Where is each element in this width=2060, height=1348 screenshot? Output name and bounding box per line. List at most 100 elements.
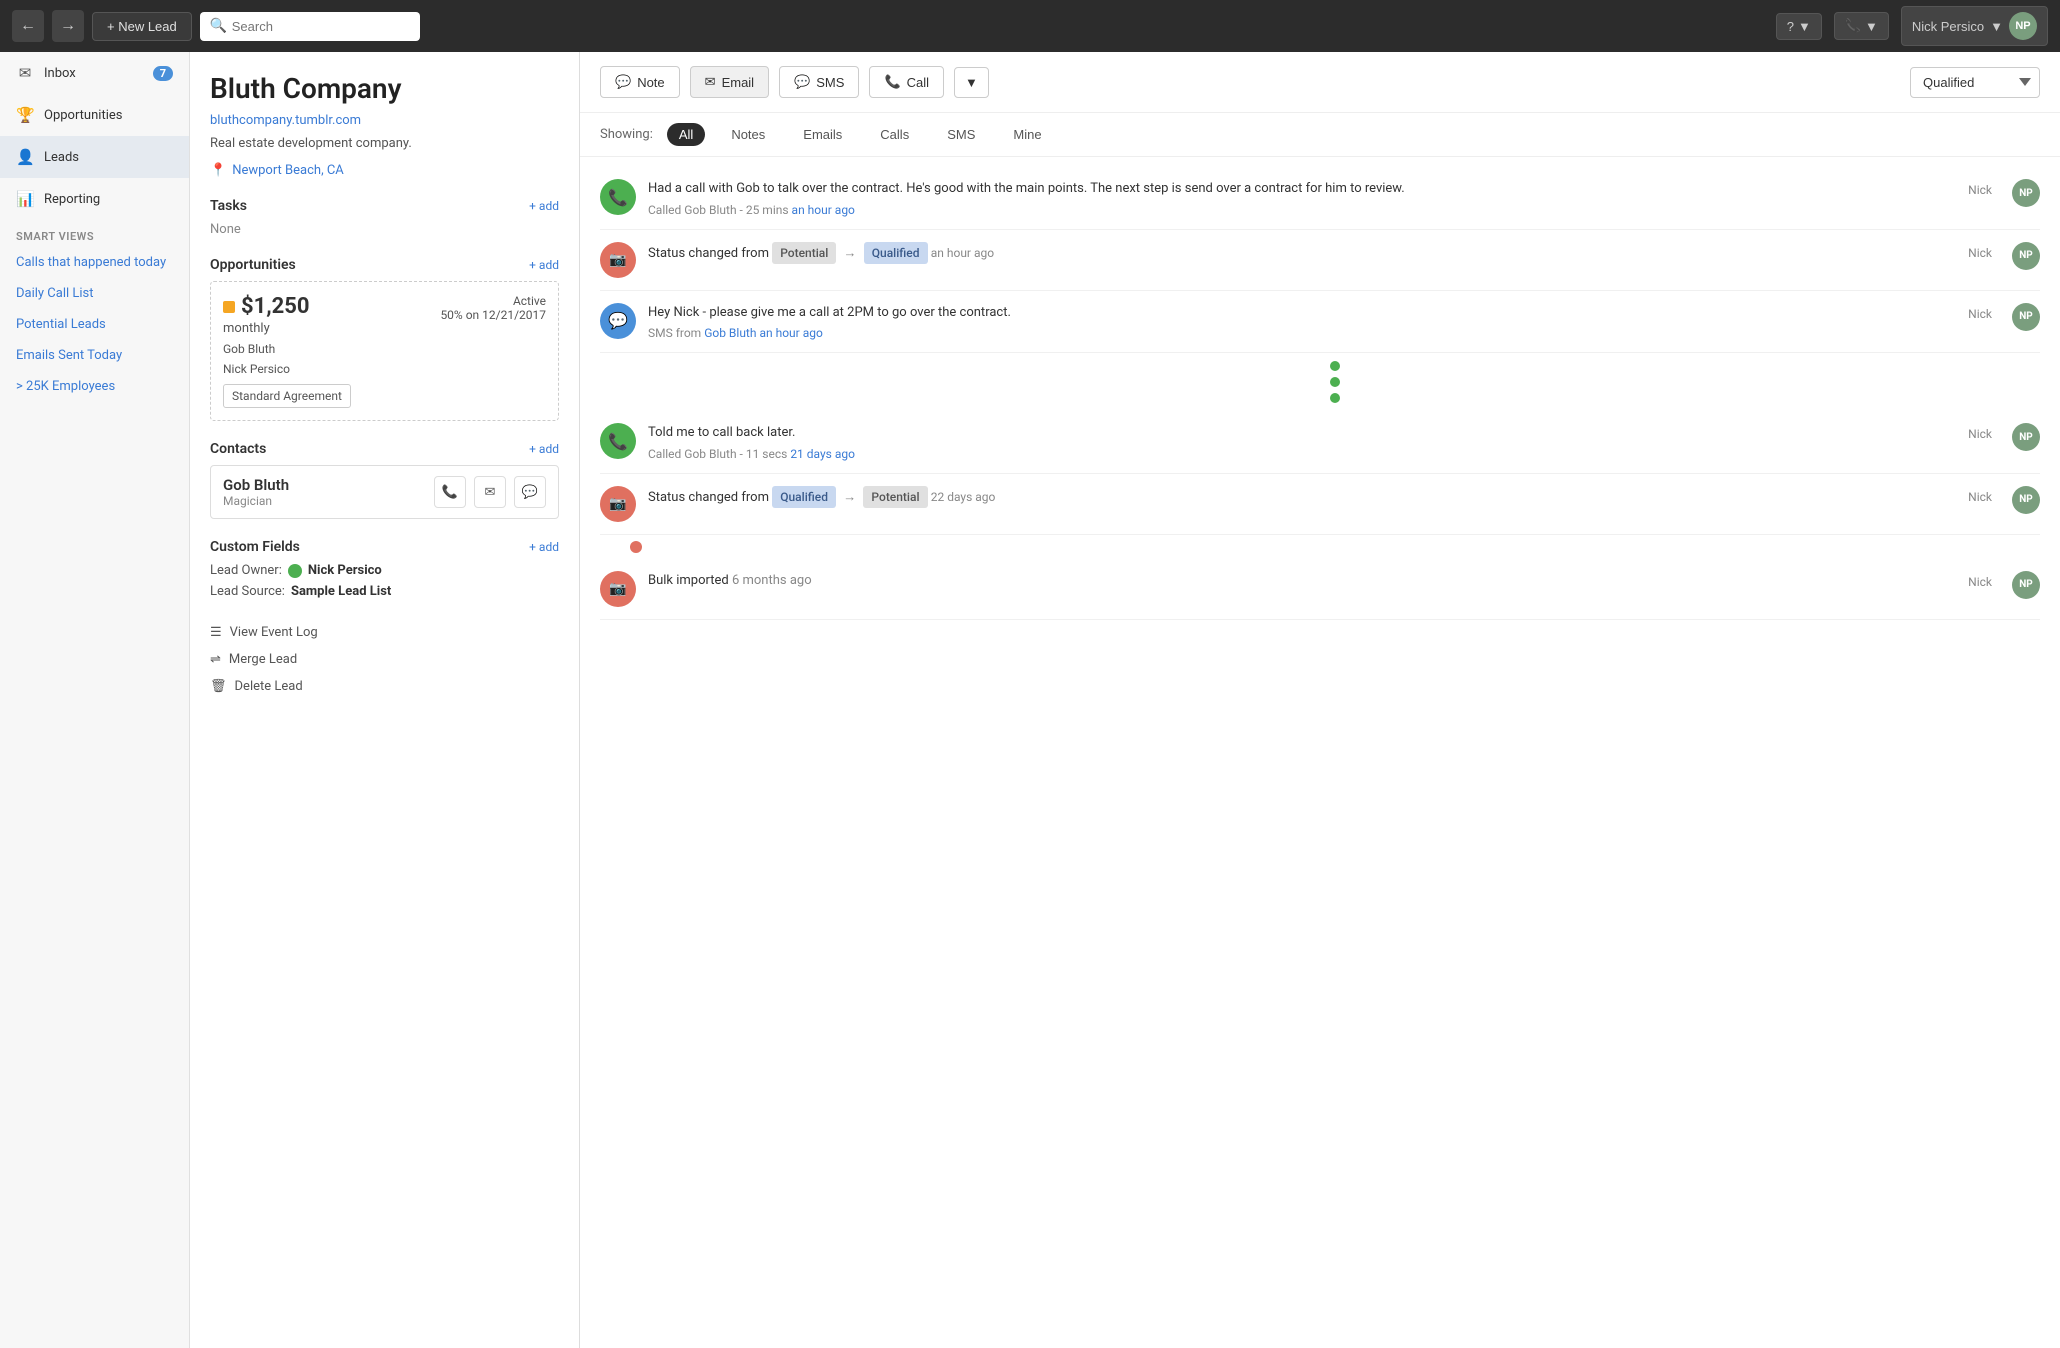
status-select[interactable]: Qualified Potential Bad Timing (1910, 67, 2040, 98)
inbox-icon: ✉ (16, 64, 34, 82)
call-dropdown-button[interactable]: 📞 ▼ (1834, 12, 1889, 40)
smart-view-potential-leads[interactable]: Potential Leads (0, 309, 189, 340)
activity-dot-2 (1330, 377, 1340, 387)
arrow-icon-1: → (844, 244, 857, 264)
smart-view-daily-call-list[interactable]: Daily Call List (0, 278, 189, 309)
contact-role: Magician (223, 494, 289, 508)
activity-dot-1 (1330, 361, 1340, 371)
owner-status-dot (288, 564, 302, 578)
delete-lead-action[interactable]: 🗑 Delete Lead (210, 673, 559, 700)
activity-avatar-status-2: NP (2012, 486, 2040, 514)
activity-icon-status-2: 📷 (600, 486, 636, 522)
merge-icon: ⇌ (210, 652, 221, 667)
opportunities-add-link[interactable]: + add (529, 258, 559, 272)
call-action-button[interactable]: 📞 Call (869, 66, 944, 98)
smart-view-emails-sent[interactable]: Emails Sent Today (0, 340, 189, 371)
sidebar-item-leads[interactable]: 👤 Leads (0, 136, 189, 178)
sidebar-item-opportunities[interactable]: 🏆 Opportunities (0, 94, 189, 136)
user-avatar: NP (2009, 12, 2037, 40)
opp-contact2: Nick Persico (223, 362, 546, 376)
call-action-icon: 📞 (884, 74, 900, 90)
activity-text-import: Bulk imported 6 months ago (648, 571, 1956, 591)
filter-calls[interactable]: Calls (868, 123, 921, 146)
activity-item-call-2: 📞 Told me to call back later. Called Gob… (600, 411, 2040, 474)
merge-lead-label: Merge Lead (229, 652, 297, 667)
lead-source-label: Lead Source: (210, 584, 285, 599)
activity-dots (600, 353, 2040, 411)
note-button[interactable]: 💬 Note (600, 66, 680, 98)
filter-all[interactable]: All (667, 123, 705, 146)
event-log-icon: ☰ (210, 625, 222, 640)
sidebar-leads-label: Leads (44, 150, 79, 165)
merge-lead-action[interactable]: ⇌ Merge Lead (210, 646, 559, 673)
opportunities-icon: 🏆 (16, 106, 34, 124)
filter-mine[interactable]: Mine (1001, 123, 1053, 146)
tasks-empty: None (210, 222, 559, 237)
activity-icon-call-2: 📞 (600, 423, 636, 459)
location-text: Newport Beach, CA (232, 163, 344, 178)
help-button[interactable]: ? ▼ (1776, 13, 1822, 40)
leads-icon: 👤 (16, 148, 34, 166)
note-icon: 💬 (615, 74, 631, 90)
smart-view-25k-employees[interactable]: > 25K Employees (0, 371, 189, 402)
forward-button[interactable]: → (52, 10, 84, 42)
status-to-badge-2: Potential (863, 486, 927, 508)
phone-icon: 📞 (1845, 18, 1861, 34)
filter-emails[interactable]: Emails (791, 123, 854, 146)
custom-fields-add-link[interactable]: + add (529, 540, 559, 554)
tasks-section: Tasks + add None (210, 198, 559, 237)
sidebar-item-inbox[interactable]: ✉ Inbox 7 (0, 52, 189, 94)
opp-status-dot (223, 301, 235, 313)
status-from-badge-2: Qualified (772, 486, 836, 508)
activity-body-sms-1: Hey Nick - please give me a call at 2PM … (648, 303, 1956, 341)
filter-sms[interactable]: SMS (935, 123, 987, 146)
more-actions-button[interactable]: ▼ (954, 67, 989, 98)
lead-owner-label: Lead Owner: (210, 563, 282, 578)
bottom-actions: ☰ View Event Log ⇌ Merge Lead 🗑 Delete L… (210, 619, 559, 700)
user-name-label: Nick Persico (1912, 19, 1984, 34)
inbox-badge: 7 (153, 66, 173, 81)
email-button[interactable]: ✉ Email (690, 66, 769, 98)
custom-fields-title: Custom Fields (210, 539, 300, 555)
sidebar-reporting-label: Reporting (44, 192, 100, 207)
contacts-title: Contacts (210, 441, 266, 457)
activity-body-status-1: Status changed from Potential → Qualifie… (648, 242, 1956, 264)
activity-item-import: 📷 Bulk imported 6 months ago Nick NP (600, 559, 2040, 620)
lead-detail-panel: Bluth Company bluthcompany.tumblr.com Re… (190, 52, 580, 1348)
activity-body-status-2: Status changed from Qualified → Potentia… (648, 486, 1956, 508)
activity-action-bar: 💬 Note ✉ Email 💬 SMS 📞 Call ▼ Qualifi (580, 52, 2060, 113)
custom-fields-section: Custom Fields + add Lead Owner: Nick Per… (210, 539, 559, 599)
top-navigation: ← → + New Lead 🔍 ? ▼ 📞 ▼ Nick Persico ▼ … (0, 0, 2060, 52)
sms-icon: 💬 (794, 74, 810, 90)
contact-name: Gob Bluth (223, 476, 289, 494)
view-event-log-action[interactable]: ☰ View Event Log (210, 619, 559, 646)
tasks-add-link[interactable]: + add (529, 199, 559, 213)
contacts-add-link[interactable]: + add (529, 442, 559, 456)
contact-call-button[interactable]: 📞 (434, 476, 466, 508)
activity-meta-call-1: Called Gob Bluth - 25 mins an hour ago (648, 203, 1956, 217)
contact-sms-button[interactable]: 💬 (514, 476, 546, 508)
opp-date: 50% on 12/21/2017 (440, 308, 546, 322)
company-url[interactable]: bluthcompany.tumblr.com (210, 113, 559, 128)
filter-notes[interactable]: Notes (719, 123, 777, 146)
user-menu-button[interactable]: Nick Persico ▼ NP (1901, 6, 2048, 46)
activity-user-sms-1: Nick (1968, 307, 2000, 321)
smart-view-calls-today[interactable]: Calls that happened today (0, 247, 189, 278)
new-lead-button[interactable]: + New Lead (92, 12, 192, 41)
delete-lead-label: Delete Lead (235, 679, 303, 694)
lead-owner-field: Lead Owner: Nick Persico (210, 563, 559, 578)
back-button[interactable]: ← (12, 10, 44, 42)
tasks-title: Tasks (210, 198, 247, 214)
status-from-badge-1: Potential (772, 242, 836, 264)
custom-fields-header: Custom Fields + add (210, 539, 559, 555)
sidebar: ✉ Inbox 7 🏆 Opportunities 👤 Leads 📊 Repo… (0, 52, 190, 1348)
search-input[interactable] (200, 12, 420, 41)
activity-meta-call-2: Called Gob Bluth - 11 secs 21 days ago (648, 447, 1956, 461)
contact-email-button[interactable]: ✉ (474, 476, 506, 508)
sidebar-inbox-label: Inbox (44, 66, 76, 81)
sidebar-item-reporting[interactable]: 📊 Reporting (0, 178, 189, 220)
sms-button[interactable]: 💬 SMS (779, 66, 859, 98)
activity-text-call-1: Had a call with Gob to talk over the con… (648, 179, 1956, 199)
opportunities-header: Opportunities + add (210, 257, 559, 273)
reporting-icon: 📊 (16, 190, 34, 208)
